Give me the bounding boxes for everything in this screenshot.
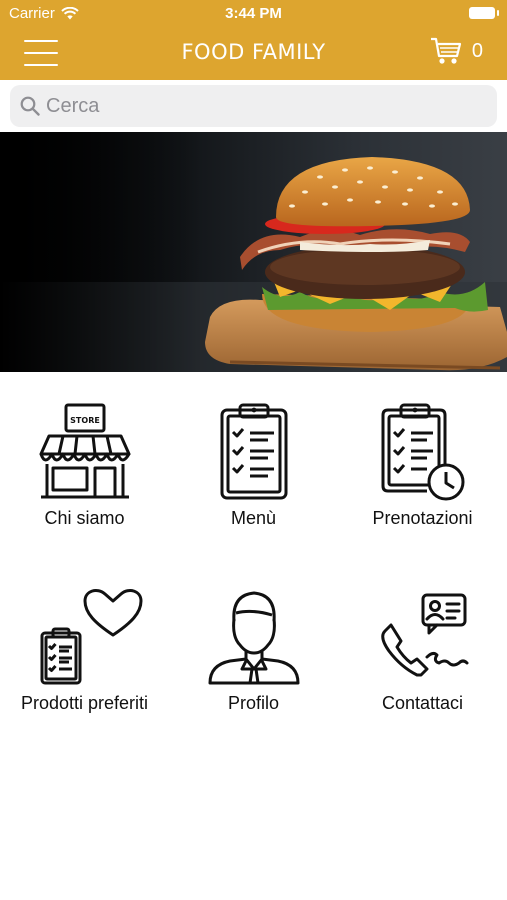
search-icon (20, 96, 40, 116)
clipboard-clock-icon (381, 403, 464, 501)
menu-item-prodotti-preferiti[interactable]: Prodotti preferiti (0, 587, 169, 714)
svg-text:STORE: STORE (70, 416, 100, 425)
heart-clipboard-icon (40, 589, 142, 685)
menu-item-chi-siamo[interactable]: STORE Chi siamo (0, 402, 169, 529)
menu-item-menu[interactable]: Menù (169, 402, 338, 529)
battery-icon (469, 7, 499, 19)
hero-banner (0, 132, 507, 372)
menu-item-label: Menù (230, 508, 277, 528)
menu-item-label: Prodotti preferiti (20, 693, 149, 713)
menu-item-label: Chi siamo (44, 508, 125, 528)
menu-item-label: Profilo (227, 693, 280, 713)
clipboard-checklist-icon (220, 403, 287, 500)
menu-item-contattaci[interactable]: Contattaci (338, 587, 507, 714)
hamburger-icon-line (24, 64, 58, 66)
search-bar[interactable] (10, 85, 497, 127)
phone-contact-icon (380, 593, 468, 677)
status-time: 3:44 PM (225, 5, 282, 22)
menu-item-label: Prenotazioni (372, 508, 473, 528)
menu-item-label: Contattaci (381, 693, 464, 713)
menu-item-prenotazioni[interactable]: Prenotazioni (338, 402, 507, 529)
search-input[interactable] (46, 94, 466, 118)
store-icon: STORE (39, 403, 130, 499)
nav-bar: FOOD FAMILY 0 (0, 28, 507, 80)
cart-count: 0 (471, 39, 483, 62)
status-bar: Carrier 3:44 PM (0, 0, 507, 28)
burger-image (0, 132, 507, 372)
menu-item-profilo[interactable]: Profilo (169, 587, 338, 714)
user-profile-icon (208, 591, 299, 685)
cart-button[interactable]: 0 (430, 36, 483, 66)
cart-icon (430, 37, 461, 64)
search-bar-container (0, 80, 507, 132)
